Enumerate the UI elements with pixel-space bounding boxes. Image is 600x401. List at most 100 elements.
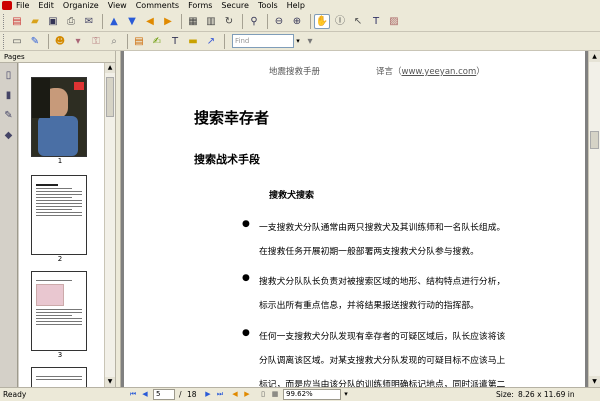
new-document-icon[interactable]: ▤: [9, 14, 25, 29]
open-folder-icon[interactable]: ▰: [27, 14, 43, 29]
next-page-icon[interactable]: ▶: [203, 389, 213, 400]
attach-icon[interactable]: ⌕: [106, 34, 122, 49]
page-thumbnails: 1 2 3: [19, 63, 104, 387]
header-link[interactable]: www.yeeyan.com: [402, 67, 477, 77]
zoom-input[interactable]: 99.62%: [283, 389, 341, 400]
toolbar-separator: [48, 33, 49, 49]
pages-panel-header: Pages: [0, 51, 115, 63]
pages-tab-icon[interactable]: ▯: [3, 69, 15, 83]
page-number-3: 3: [57, 351, 63, 359]
thumbnail-photo: [32, 78, 50, 118]
email-icon[interactable]: ✉: [81, 14, 97, 29]
page-thumbnail-4[interactable]: [31, 367, 87, 387]
menu-tools[interactable]: Tools: [258, 0, 278, 11]
next-page-icon[interactable]: ▼: [124, 14, 140, 29]
page-title: 搜索幸存者: [194, 109, 270, 127]
page-thumbnail-1[interactable]: [31, 77, 87, 157]
app-icon: [2, 1, 12, 10]
toolbar-separator: [102, 13, 103, 29]
note-icon[interactable]: ▤: [131, 34, 147, 49]
page-separator: /: [179, 390, 182, 399]
paragraph-line: 搜救犬分队队长负责对被搜索区域的地形、结构特点进行分析，: [259, 277, 506, 287]
panel-tab-strip: ▯ ▮ ✎ ◆ ◧ ⌕: [0, 51, 18, 397]
menu-help[interactable]: Help: [287, 0, 305, 11]
paragraph-line: 一支搜救犬分队通常由两只搜救犬及其训练师和一名队长组成。: [259, 223, 506, 233]
toolbar-grip[interactable]: [3, 33, 6, 49]
menu-organize[interactable]: Organize: [63, 0, 99, 11]
page-thumbnail-2[interactable]: [31, 175, 87, 255]
zoom-icon[interactable]: ⚲: [246, 14, 262, 29]
menu-comments[interactable]: Comments: [136, 0, 179, 11]
prev-page-icon[interactable]: ◀: [140, 389, 150, 400]
section-heading: 搜索战术手段: [194, 153, 260, 166]
hand-tool-icon[interactable]: ✋: [314, 13, 330, 29]
lock-icon[interactable]: ⚿: [88, 34, 104, 49]
comments-tab-icon[interactable]: ✎: [3, 109, 15, 123]
thumbnail-photo: [38, 116, 78, 156]
image-icon[interactable]: ▨: [386, 14, 402, 29]
highlight-icon[interactable]: ✍: [149, 34, 165, 49]
previous-page-icon[interactable]: ▲: [106, 14, 122, 29]
zoom-dropdown-icon[interactable]: ▾: [341, 389, 351, 400]
page-thumbnail-3[interactable]: [31, 271, 87, 351]
toolbar-separator: [127, 33, 128, 49]
document-page: 地震搜救手册 译言（www.yeeyan.com） 搜索幸存者 搜索战术手段 搜…: [124, 51, 585, 387]
status-size-label: Size:: [496, 390, 514, 399]
typewriter-icon[interactable]: T: [368, 14, 384, 29]
thumbnails-scrollbar[interactable]: ▲ ▼: [104, 63, 115, 387]
menu-file[interactable]: File: [16, 0, 29, 11]
menu-view[interactable]: View: [108, 0, 127, 11]
scroll-down-icon[interactable]: ▼: [105, 377, 115, 387]
user-icon[interactable]: ☻: [52, 34, 68, 49]
edit-tool-icon[interactable]: ✎: [27, 34, 43, 49]
toolbar-separator: [242, 13, 243, 29]
bullet-icon: ●: [242, 328, 250, 338]
find-input[interactable]: Find: [232, 34, 294, 48]
toolbar-separator: [267, 13, 268, 29]
status-bar: Ready ⏮ ◀ 5 / 18 ▶ ⏭ ◀ ▶ ▯ ▦ 99.62% ▾ Si…: [0, 387, 600, 401]
forward-icon[interactable]: ▶: [160, 14, 176, 29]
arrow-icon[interactable]: ↗: [203, 34, 219, 49]
select-text-icon[interactable]: Ⓘ: [332, 14, 348, 29]
page-header-title: 地震搜救手册: [269, 67, 321, 77]
zoom-out-icon[interactable]: ⊖: [271, 14, 287, 29]
main-toolbar: ▤ ▰ ▣ ⎙ ✉ ▲ ▼ ◀ ▶ ▦ ▥ ↻ ⚲ ⊖ ⊕ ✋ Ⓘ ↖ T ▨: [0, 11, 600, 32]
fit-page-icon[interactable]: ▥: [203, 14, 219, 29]
menu-edit[interactable]: Edit: [38, 0, 54, 11]
page-view-icon[interactable]: ▯: [258, 389, 268, 400]
secondary-toolbar: ▭ ✎ ☻ ▾ ⚿ ⌕ ▤ ✍ T ▬ ↗ Find ▾ ▾: [0, 32, 600, 51]
save-icon[interactable]: ▣: [45, 14, 61, 29]
page-view-icon[interactable]: ▦: [270, 389, 280, 400]
subsection-heading: 搜救犬搜索: [269, 191, 315, 201]
scrollbar-thumb[interactable]: [106, 77, 114, 117]
textbox-icon[interactable]: T: [167, 34, 183, 49]
back-icon[interactable]: ◀: [142, 14, 158, 29]
comment-icon[interactable]: ▬: [185, 34, 201, 49]
first-page-icon[interactable]: ⏮: [128, 389, 138, 400]
find-options-icon[interactable]: ▾: [302, 34, 318, 49]
document-scrollbar[interactable]: ▲ ▼: [588, 51, 600, 387]
menu-secure[interactable]: Secure: [221, 0, 249, 11]
stamp-icon[interactable]: ▾: [70, 34, 86, 49]
scroll-down-icon[interactable]: ▼: [589, 376, 600, 387]
zoom-in-icon[interactable]: ⊕: [289, 14, 305, 29]
back-icon[interactable]: ◀: [230, 389, 240, 400]
forward-icon[interactable]: ▶: [242, 389, 252, 400]
scroll-up-icon[interactable]: ▲: [105, 63, 115, 73]
document-view[interactable]: 地震搜救手册 译言（www.yeeyan.com） 搜索幸存者 搜索战术手段 搜…: [121, 51, 588, 387]
menu-forms[interactable]: Forms: [188, 0, 212, 11]
rotate-icon[interactable]: ↻: [221, 14, 237, 29]
page-number-1: 1: [57, 157, 63, 165]
toolbar-grip[interactable]: [3, 13, 6, 29]
scrollbar-thumb[interactable]: [590, 131, 599, 149]
attachments-tab-icon[interactable]: ◆: [3, 129, 15, 143]
print-icon[interactable]: ⎙: [63, 14, 79, 29]
page-layout-icon[interactable]: ▦: [185, 14, 201, 29]
scroll-up-icon[interactable]: ▲: [589, 51, 600, 62]
find-dropdown-icon[interactable]: ▾: [294, 34, 302, 48]
page-number-input[interactable]: 5: [153, 389, 175, 400]
last-page-icon[interactable]: ⏭: [215, 389, 225, 400]
view-icon[interactable]: ▭: [9, 34, 25, 49]
select-arrow-icon[interactable]: ↖: [350, 14, 366, 29]
bookmarks-tab-icon[interactable]: ▮: [3, 89, 15, 103]
